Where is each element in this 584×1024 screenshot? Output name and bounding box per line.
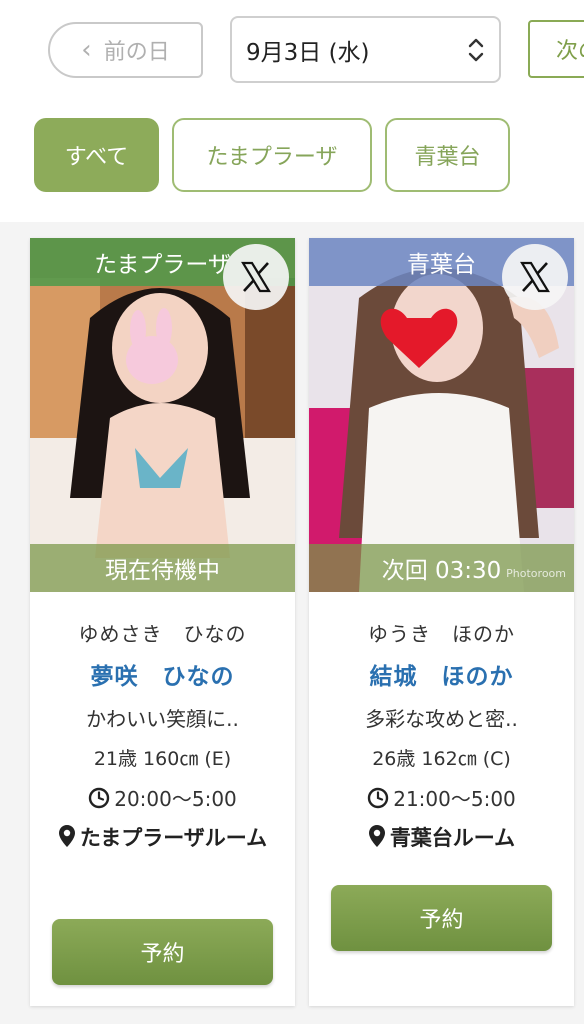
filter-chip-label: たまプラーザ <box>206 145 338 170</box>
map-pin-icon <box>368 825 385 847</box>
prev-day-button[interactable]: ‹ 前の日 <box>48 22 203 78</box>
x-logo-icon[interactable] <box>502 244 568 310</box>
cast-name-kana: ゆめさき ひなの <box>78 622 247 646</box>
prev-day-label: 前の日 <box>103 40 170 65</box>
cast-catchphrase: かわいい笑顔に.. <box>86 707 239 731</box>
cast-spec: 26歳 162㎝ (C) <box>372 748 511 770</box>
photo-watermark: Photoroom <box>506 567 566 580</box>
cast-photo[interactable]: たまプラーザ 現在待機中 <box>30 238 295 592</box>
reserve-label: 予約 <box>140 942 185 967</box>
filter-chip-tamaplaza[interactable]: たまプラーザ <box>172 118 372 192</box>
next-day-label: 次の <box>556 39 584 64</box>
cast-info: ゆうき ほのか 結城 ほのか 多彩な攻めと密.. 26歳 162㎝ (C) 21… <box>309 592 574 854</box>
cast-room: たまプラーザルーム <box>30 822 295 854</box>
room-text: 青葉台ルーム <box>389 826 516 850</box>
cast-room: 青葉台ルーム <box>309 822 574 854</box>
cast-info: ゆめさき ひなの 夢咲 ひなの かわいい笑顔に.. 21歳 160㎝ (E) 2… <box>30 592 295 854</box>
status-label: 次回 03:30 <box>381 558 502 584</box>
chevron-left-icon: ‹ <box>81 35 92 65</box>
filter-chip-label: すべて <box>64 145 129 170</box>
filter-chip-all[interactable]: すべて <box>34 118 159 192</box>
reserve-button[interactable]: 予約 <box>52 919 273 985</box>
area-label: たまプラーザ <box>94 252 231 278</box>
cast-card[interactable]: 青葉台 次回 03:30 Photoroom ゆうき ほのか 結城 ほのか 多彩… <box>309 238 574 1006</box>
map-pin-icon <box>58 825 75 847</box>
reserve-label: 予約 <box>419 908 464 933</box>
cast-photo[interactable]: 青葉台 次回 03:30 Photoroom <box>309 238 574 592</box>
cast-shift-time: 21:00〜5:00 <box>309 783 574 812</box>
room-text: たまプラーザルーム <box>79 826 268 850</box>
clock-icon <box>89 787 110 808</box>
cast-shift-time: 20:00〜5:00 <box>30 783 295 812</box>
date-select-value: 9月3日 (水) <box>246 39 370 66</box>
area-label: 青葉台 <box>407 252 476 278</box>
shift-time-text: 20:00〜5:00 <box>114 787 237 811</box>
cast-card[interactable]: たまプラーザ 現在待機中 ゆめさき ひなの 夢咲 ひなの かわいい笑顔に.. 2… <box>30 238 295 1006</box>
area-filter-bar: すべて たまプラーザ 青葉台 <box>0 100 584 222</box>
cast-name[interactable]: 結城 ほのか <box>309 657 574 691</box>
date-navigation: ‹ 前の日 9月3日 (水) 次の <box>0 0 584 100</box>
reserve-button[interactable]: 予約 <box>331 885 552 951</box>
updown-chevron-icon <box>468 38 484 62</box>
cast-name-kana: ゆうき ほのか <box>368 622 515 646</box>
cast-name[interactable]: 夢咲 ひなの <box>30 657 295 691</box>
filter-chip-label: 青葉台 <box>414 145 481 170</box>
cast-spec: 21歳 160㎝ (E) <box>93 748 232 770</box>
status-band: 現在待機中 <box>30 544 295 592</box>
cast-catchphrase: 多彩な攻めと密.. <box>365 707 518 731</box>
clock-icon <box>368 787 389 808</box>
status-label: 現在待機中 <box>105 558 220 584</box>
filter-chip-aobadai[interactable]: 青葉台 <box>385 118 510 192</box>
next-day-button[interactable]: 次の <box>528 20 584 78</box>
shift-time-text: 21:00〜5:00 <box>393 787 516 811</box>
date-select[interactable]: 9月3日 (水) <box>230 16 501 83</box>
x-logo-icon[interactable] <box>223 244 289 310</box>
